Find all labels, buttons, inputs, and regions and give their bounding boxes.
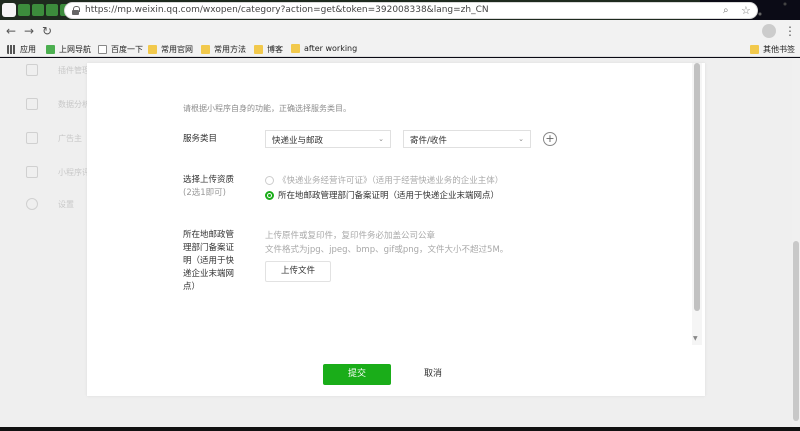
reload-icon[interactable]: ↻ [40, 24, 54, 38]
bookmark-label: 上网导航 [59, 45, 91, 54]
bookmark-label: 应用 [20, 45, 36, 54]
select-value: 寄件/收件 [410, 136, 447, 146]
bookmark-item[interactable]: 常用官网 [148, 44, 193, 55]
sidebar-item-label: 数据分析 [58, 99, 90, 109]
ads-icon [26, 132, 38, 144]
bookmark-item[interactable]: 百度一下 [98, 44, 143, 55]
browser-toolbar: ← → ↻ [0, 20, 800, 42]
profile-avatar[interactable] [762, 24, 776, 38]
zoom-icon[interactable]: ⌕ [723, 5, 729, 16]
lock-icon [72, 6, 80, 15]
scroll-down-icon[interactable]: ▼ [693, 335, 698, 342]
upload-label-line: 递企业末端网 [183, 269, 235, 279]
sidebar-item-settings[interactable]: 设置 [26, 198, 74, 210]
radio-license-label[interactable]: 《快递业务经营许可证》（适用于经营快递业务的企业主体） [278, 174, 503, 186]
page-scrollbar-thumb[interactable] [793, 241, 799, 421]
qualification-sublabel: (2选1即可) [183, 188, 226, 198]
plugin-icon [26, 64, 38, 76]
add-category-button[interactable]: + [543, 132, 557, 146]
gear-icon [26, 198, 38, 210]
bookmark-other[interactable]: 其他书签 [750, 44, 795, 55]
bookmark-label: 博客 [267, 45, 283, 54]
folder-icon [148, 45, 157, 54]
select-value: 快递业与邮政 [272, 136, 324, 146]
url-text: https://mp.weixin.qq.com/wxopen/category… [85, 5, 489, 15]
bookmarks-bar: 应用 上网导航 百度一下 常用官网 常用方法 博客 after working … [0, 42, 800, 57]
bookmark-label: 常用方法 [214, 45, 246, 54]
upload-label-line: 理部门备案证 [183, 243, 235, 253]
upload-format-hint: 文件格式为jpg、jpeg、bmp、gif或png，文件大小不超过5M。 [265, 245, 509, 255]
sidebar-item-label: 设置 [58, 199, 74, 209]
browser-tab[interactable] [2, 3, 16, 17]
folder-icon [254, 45, 263, 54]
bookmark-label: 常用官网 [161, 45, 193, 54]
page-icon [98, 45, 107, 54]
bookmark-label: 其他书签 [763, 45, 795, 54]
folder-icon [291, 44, 300, 53]
bookmark-star-icon[interactable]: ☆ [741, 4, 751, 17]
back-icon[interactable]: ← [4, 24, 18, 38]
sidebar-item-label: 插件管理 [58, 65, 90, 75]
bookmark-item[interactable]: 博客 [254, 44, 283, 55]
cancel-button[interactable]: 取消 [399, 364, 467, 385]
service-category-label: 服务类目 [183, 134, 218, 144]
bookmark-item[interactable]: 上网导航 [46, 44, 91, 55]
browser-tab[interactable] [18, 4, 30, 16]
sidebar-item-ads[interactable]: 广告主 [26, 132, 82, 144]
upload-label-line: 点） [183, 282, 201, 292]
review-icon [26, 166, 38, 178]
upload-label-line: 明（适用于快 [183, 256, 235, 266]
navigation-icon [46, 45, 55, 54]
radio-filing-certificate-label[interactable]: 所在地邮政管理部门备案证明（适用于快递企业末端网点） [278, 189, 499, 201]
browser-menu-icon[interactable]: ⋮ [784, 22, 796, 40]
address-bar[interactable]: https://mp.weixin.qq.com/wxopen/category… [64, 2, 758, 19]
bookmark-item[interactable]: after working [291, 44, 357, 53]
bookmark-apps[interactable]: 应用 [7, 44, 36, 55]
form-hint: 请根据小程序自身的功能，正确选择服务类目。 [183, 104, 351, 113]
folder-icon [201, 45, 210, 54]
upload-label-line: 所在地邮政管 [183, 230, 235, 240]
sidebar-item-plugins[interactable]: 插件管理 [26, 64, 90, 76]
page-content: 插件管理 数据分析 广告主 小程序评测 设置 ▼ 请根据小程序自身的功能，正确选… [0, 58, 800, 431]
bookmark-label: after working [304, 44, 358, 53]
radio-license[interactable] [265, 176, 274, 185]
browser-tab[interactable] [32, 4, 44, 16]
secondary-category-select[interactable]: 寄件/收件 ⌄ [403, 130, 531, 148]
bookmark-item[interactable]: 常用方法 [201, 44, 246, 55]
qualification-label: 选择上传资质 [183, 175, 235, 185]
chart-icon [26, 98, 38, 110]
forward-icon[interactable]: → [22, 24, 36, 38]
dialog-scrollbar-thumb[interactable] [694, 63, 700, 311]
bookmark-label: 百度一下 [111, 45, 143, 54]
sidebar-item-review[interactable]: 小程序评测 [26, 166, 98, 178]
submit-button[interactable]: 提交 [323, 364, 391, 385]
chevron-down-icon: ⌄ [378, 135, 384, 143]
primary-category-select[interactable]: 快递业与邮政 ⌄ [265, 130, 391, 148]
taskbar [0, 427, 800, 431]
radio-filing-certificate[interactable] [265, 191, 274, 200]
sidebar-item-analytics[interactable]: 数据分析 [26, 98, 90, 110]
browser-tab[interactable] [46, 4, 58, 16]
upload-hint: 上传原件或复印件，复印件务必加盖公司公章 [265, 231, 436, 241]
sidebar-item-label: 广告主 [58, 133, 82, 143]
folder-icon [750, 45, 759, 54]
apps-grid-icon [7, 45, 16, 54]
chevron-down-icon: ⌄ [518, 135, 524, 143]
upload-file-button[interactable]: 上传文件 [265, 261, 331, 282]
